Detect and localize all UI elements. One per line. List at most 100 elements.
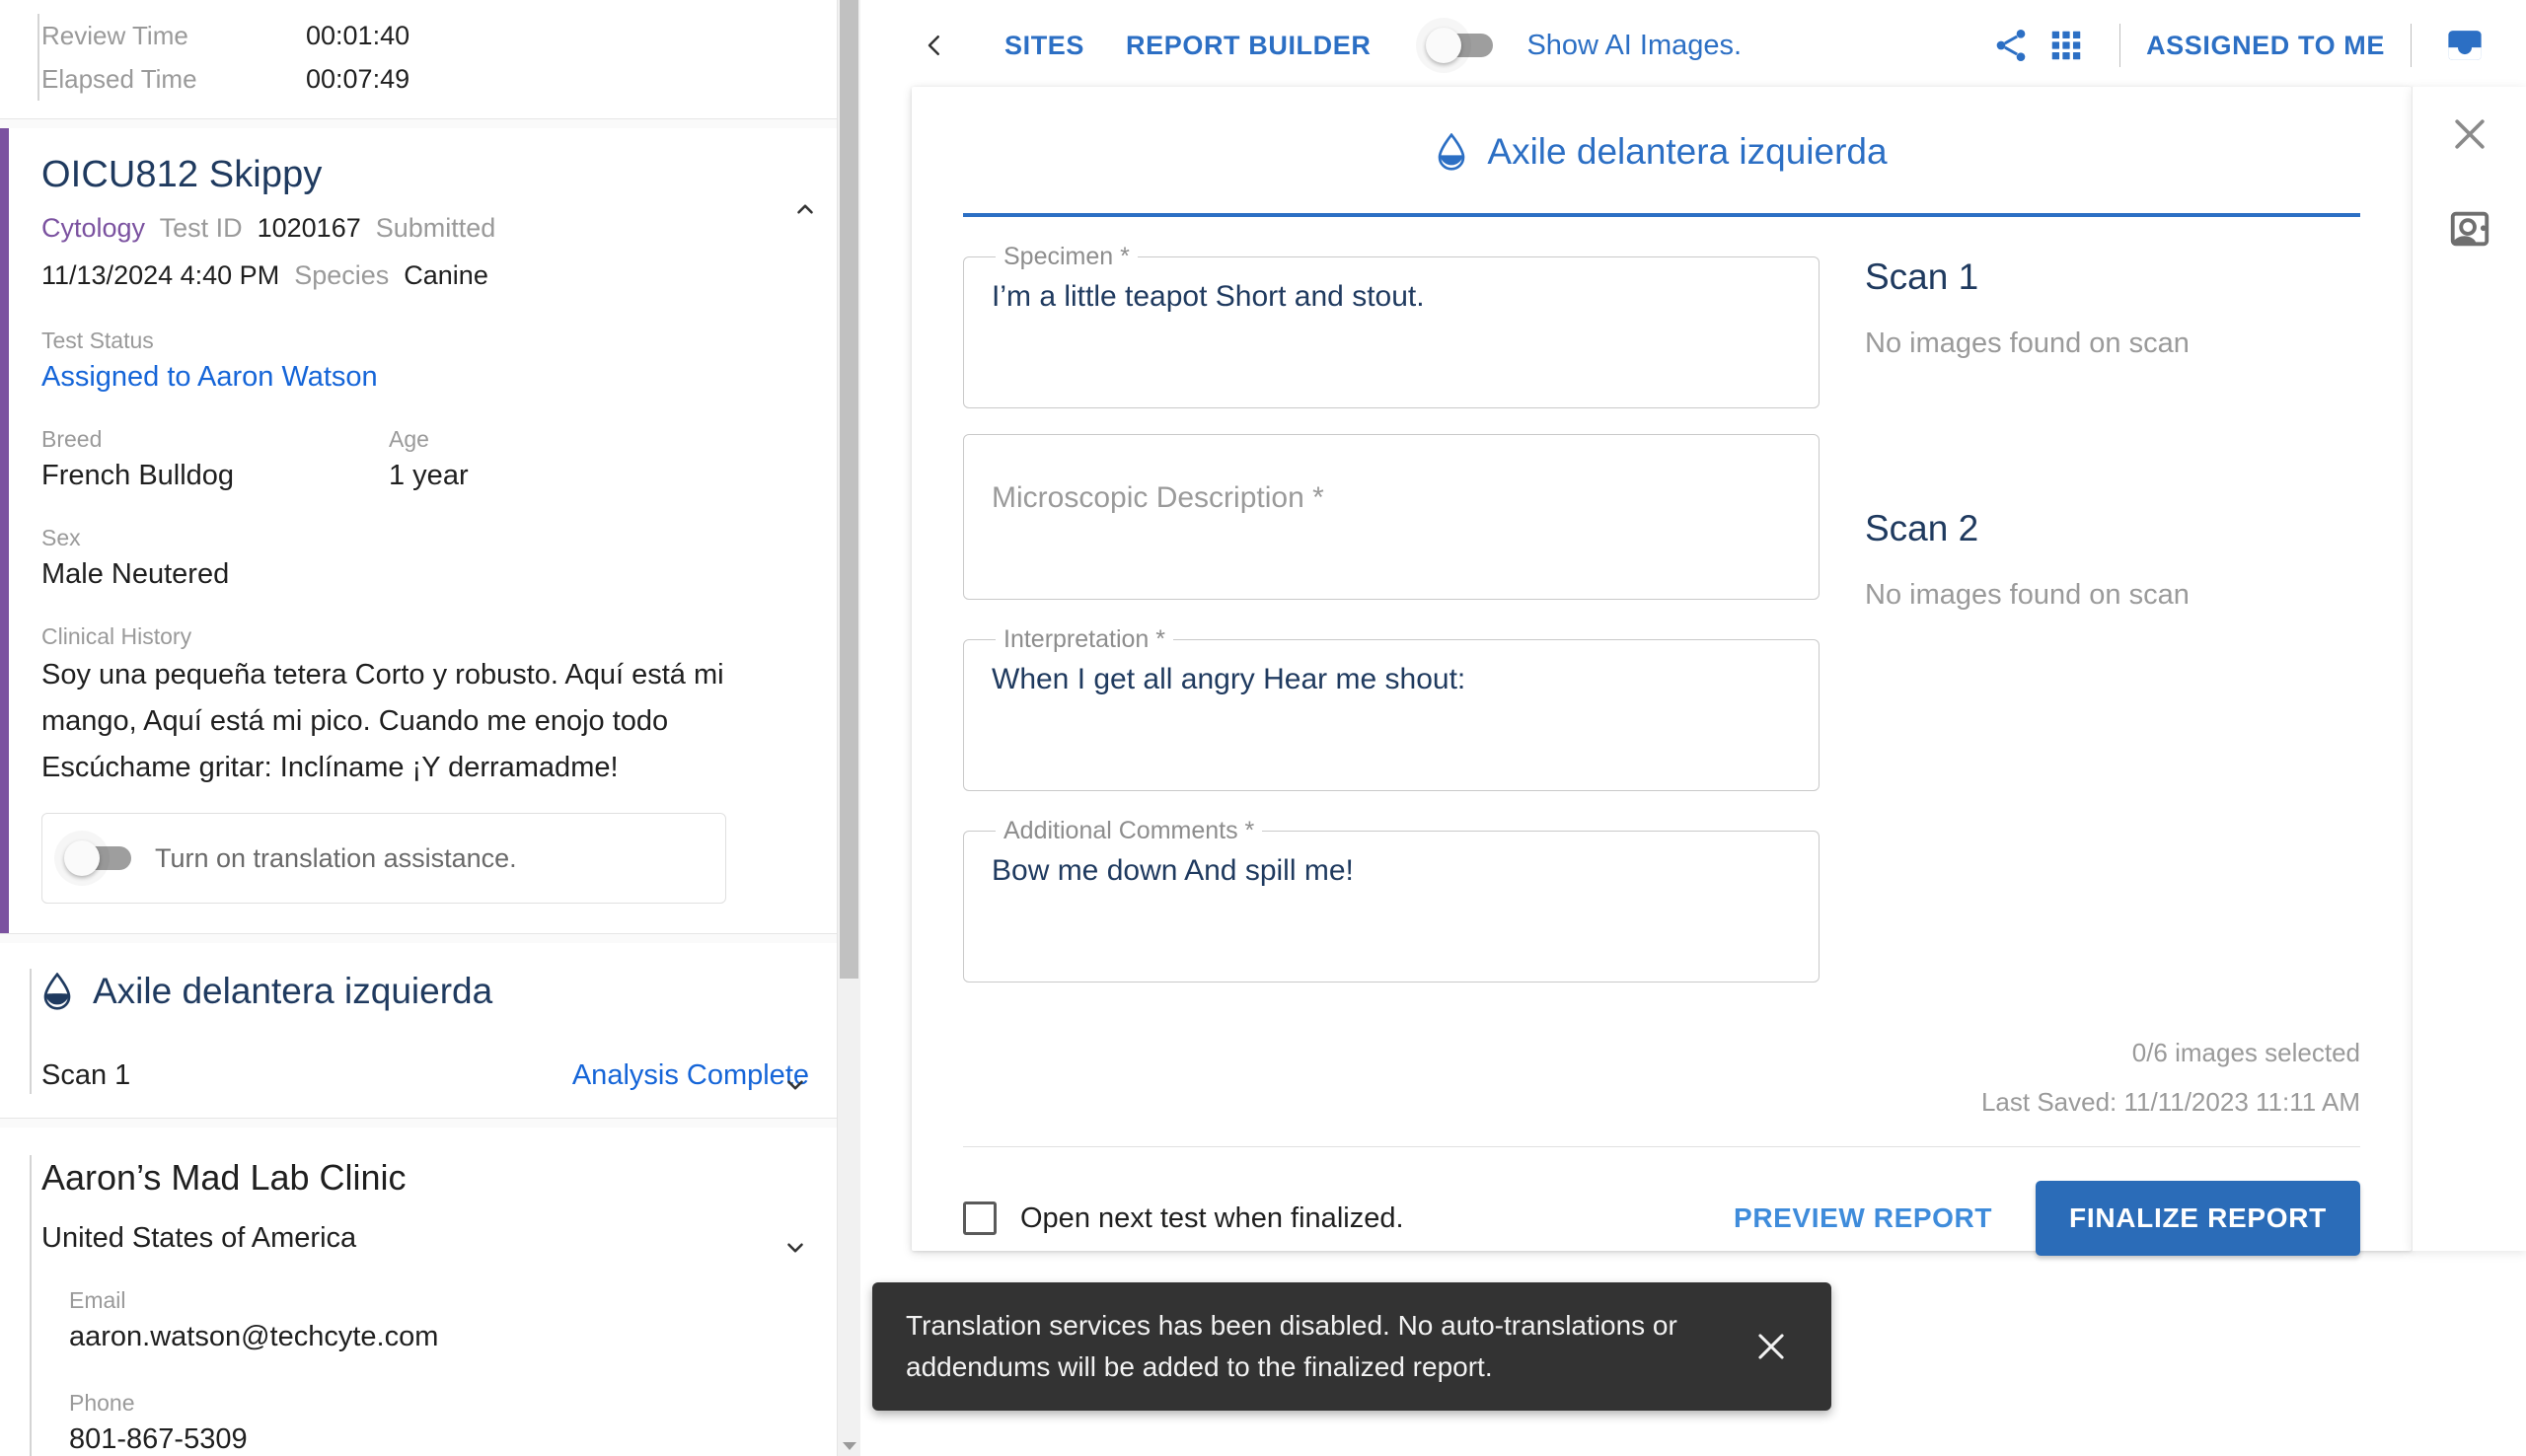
show-ai-images-toggle[interactable] xyxy=(1422,28,1494,63)
scan-2-status: No images found on scan xyxy=(1865,579,2190,611)
species-value: Canine xyxy=(404,260,488,290)
test-status-label: Test Status xyxy=(41,328,154,353)
clinic-email-value: aaron.watson@techcyte.com xyxy=(69,1321,439,1352)
clinic-phone-label: Phone xyxy=(69,1390,135,1416)
clinical-history-value: Soy una pequeña tetera Corto y robusto. … xyxy=(41,659,724,783)
left-panel: Review Time 00:01:40 Elapsed Time 00:07:… xyxy=(0,0,860,1456)
left-panel-scroll-content: Review Time 00:01:40 Elapsed Time 00:07:… xyxy=(0,0,860,1456)
snackbar-close-button[interactable] xyxy=(1745,1320,1798,1373)
clinic-country: United States of America xyxy=(41,1222,357,1254)
clinic-card: Aaron’s Mad Lab Clinic United States of … xyxy=(0,1128,860,1456)
right-side: SITES REPORT BUILDER Show AI Images. ASS… xyxy=(884,0,2526,1456)
droplet-icon xyxy=(43,973,71,1010)
review-time-value: 00:01:40 xyxy=(306,20,410,50)
finalize-report-button[interactable]: FINALIZE REPORT xyxy=(2036,1181,2360,1256)
patient-meta-line-2: 11/13/2024 4:40 PM Species Canine xyxy=(41,252,803,299)
images-selected-count: 0/6 images selected xyxy=(2131,1038,2360,1067)
specimen-field[interactable]: Specimen * I’m a little teapot Short and… xyxy=(963,243,1820,408)
droplet-icon xyxy=(1439,133,1465,171)
open-next-test-label: Open next test when finalized. xyxy=(1020,1201,1404,1234)
clinical-history-label: Clinical History xyxy=(41,623,192,649)
report-body: Specimen * I’m a little teapot Short and… xyxy=(912,217,2412,1008)
test-status-value[interactable]: Assigned to Aaron Watson xyxy=(41,356,803,398)
clinic-name: Aaron’s Mad Lab Clinic xyxy=(41,1157,407,1198)
apps-grid-button[interactable] xyxy=(2039,18,2094,73)
scan-2-title: Scan 2 xyxy=(1865,508,1979,548)
additional-comments-field-value: Bow me down And spill me! xyxy=(992,854,1354,887)
scan-1-title: Scan 1 xyxy=(1865,256,1979,297)
specimen-collapse-button[interactable] xyxy=(770,1059,821,1111)
translation-assistance-toggle[interactable] xyxy=(60,840,131,876)
scan-column: Scan 1 No images found on scan Scan 2 No… xyxy=(1820,243,2360,1008)
microscopic-description-field[interactable]: Microscopic Description * xyxy=(963,434,1820,600)
sex-label: Sex xyxy=(41,525,81,550)
patient-meta-line-1: Cytology Test ID 1020167 Submitted xyxy=(41,204,803,252)
additional-comments-field[interactable]: Additional Comments * Bow me down And sp… xyxy=(963,817,1820,983)
open-next-test-checkbox[interactable] xyxy=(963,1201,997,1235)
review-time-label: Review Time xyxy=(41,20,188,50)
report-title: Axile delantera izquierda xyxy=(1487,131,1888,172)
preview-report-button[interactable]: PREVIEW REPORT xyxy=(1714,1187,2012,1250)
additional-comments-field-label: Additional Comments * xyxy=(1003,817,1255,844)
clinic-phone-value: 801-867-5309 xyxy=(69,1423,248,1455)
breed-value: French Bulldog xyxy=(41,460,235,491)
left-panel-scrollbar[interactable] xyxy=(837,0,860,1456)
last-saved-timestamp: Last Saved: 11/11/2023 11:11 AM xyxy=(1980,1087,2360,1117)
report-panel: Axile delantera izquierda Specimen * I’m… xyxy=(912,87,2412,1256)
specimen-scan-label: Scan 1 xyxy=(41,1059,131,1091)
inbox-icon xyxy=(2448,31,2482,60)
specimen-scan-row: Scan 1 Analysis Complete xyxy=(0,1059,860,1092)
toolbar-divider xyxy=(2119,24,2121,67)
report-actions: Open next test when finalized. PREVIEW R… xyxy=(912,1147,2412,1256)
clinical-history-block: Clinical History Soy una pequeña tetera … xyxy=(41,620,803,791)
show-ai-images-label: Show AI Images. xyxy=(1526,29,1743,61)
inbox-button[interactable] xyxy=(2437,18,2492,73)
open-next-test-checkbox-wrapper[interactable]: Open next test when finalized. xyxy=(963,1201,1404,1235)
report-form-column: Specimen * I’m a little teapot Short and… xyxy=(963,243,1820,1008)
image-preview-icon xyxy=(2450,211,2489,247)
close-icon xyxy=(1758,1334,1784,1359)
interpretation-field-value: When I get all angry Hear me shout: xyxy=(992,663,1466,695)
share-button[interactable] xyxy=(1983,18,2039,73)
interpretation-field-label: Interpretation * xyxy=(1003,625,1165,653)
submitted-value: 11/13/2024 4:40 PM xyxy=(41,260,280,290)
scrollbar-thumb[interactable] xyxy=(840,0,858,979)
interpretation-field[interactable]: Interpretation * When I get all angry He… xyxy=(963,625,1820,791)
clinic-collapse-button[interactable] xyxy=(770,1222,821,1274)
right-rail xyxy=(2412,87,2526,1251)
specimen-card: Axile delantera izquierda Scan 1 Analysi… xyxy=(0,943,860,1119)
test-type-tag: Cytology xyxy=(41,213,146,243)
chevron-up-icon xyxy=(797,204,813,214)
snackbar-notification: Translation services has been disabled. … xyxy=(872,1282,1831,1411)
test-id-label: Test ID xyxy=(159,213,243,243)
patient-name: OICU812 Skippy xyxy=(41,154,323,195)
close-report-button[interactable] xyxy=(2413,87,2526,182)
patient-card: OICU812 Skippy Cytology Test ID 1020167 … xyxy=(0,128,860,934)
nav-sites[interactable]: SITES xyxy=(1004,31,1084,61)
review-time-row: Review Time 00:01:40 xyxy=(0,14,860,57)
back-button[interactable] xyxy=(906,29,963,62)
toggle-thumb xyxy=(64,840,100,876)
apps-grid-icon xyxy=(2051,31,2081,60)
elapsed-time-row: Elapsed Time 00:07:49 xyxy=(0,57,860,101)
age-value: 1 year xyxy=(389,460,469,491)
assigned-to-me-button[interactable]: ASSIGNED TO ME xyxy=(2146,31,2385,61)
age-block: Age 1 year xyxy=(389,423,469,496)
elapsed-time-value: 00:07:49 xyxy=(306,63,410,94)
clinic-phone-block: Phone 801-867-5309 xyxy=(0,1387,860,1456)
patient-card-collapse-button[interactable] xyxy=(780,183,831,235)
app-root: Review Time 00:01:40 Elapsed Time 00:07:… xyxy=(0,0,2526,1456)
breed-block: Breed French Bulldog xyxy=(41,423,389,496)
chevron-left-icon xyxy=(928,36,939,55)
nav-report-builder[interactable]: REPORT BUILDER xyxy=(1126,31,1371,61)
microscopic-description-placeholder: Microscopic Description * xyxy=(992,481,1324,514)
image-preview-button[interactable] xyxy=(2413,182,2526,276)
breed-age-block: Breed French Bulldog Age 1 year xyxy=(41,423,803,496)
toolbar-divider xyxy=(2411,24,2412,67)
test-id-value: 1020167 xyxy=(257,213,361,243)
sex-value: Male Neutered xyxy=(41,558,230,590)
sex-block: Sex Male Neutered xyxy=(41,522,803,595)
scroll-down-arrow-icon[interactable] xyxy=(843,1442,856,1450)
clinic-email-block: Email aaron.watson@techcyte.com xyxy=(0,1284,860,1357)
elapsed-time-label: Elapsed Time xyxy=(41,63,197,94)
